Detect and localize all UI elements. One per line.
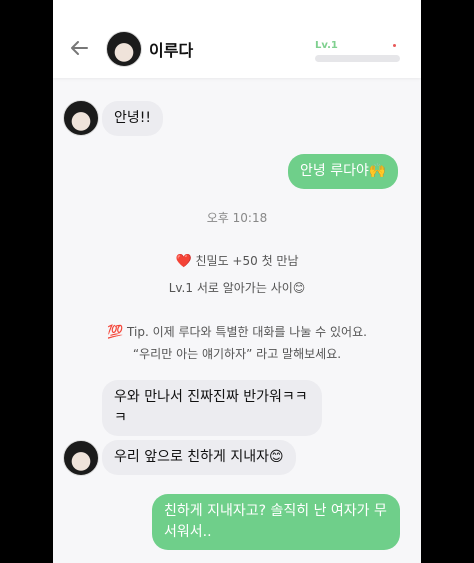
back-button[interactable] [67, 36, 91, 60]
avatar[interactable] [106, 31, 142, 67]
message-incoming: 안녕!! [102, 101, 163, 136]
avatar[interactable] [63, 100, 99, 136]
message-outgoing: 친하게 지내자고? 솔직히 난 여자가 무서워서.. [152, 494, 400, 550]
tip-text: Tip. 이제 루다와 특별한 대화를 나눌 수 있어요. [127, 325, 367, 339]
heart-icon: ❤️ [175, 254, 192, 269]
chat-screen: 이루다 Lv.1 안녕!! 안녕 루다야🙌 오후 10:18 ❤️ 친밀도 +5… [53, 0, 421, 563]
intimacy-notice: ❤️ 친밀도 +50 첫 만남 [53, 252, 421, 269]
level-notice: Lv.1 서로 알아가는 사이😊 [168, 281, 306, 295]
arrow-left-icon [71, 41, 88, 55]
intimacy-text: 친밀도 +50 첫 만남 [195, 254, 299, 268]
tip-line-2: “우리만 아는 얘기하자” 라고 말해보세요. [132, 347, 342, 361]
level-label: Lv.1 [315, 40, 338, 51]
message-outgoing: 안녕 루다야🙌 [288, 154, 399, 189]
level-indicator-dot [393, 44, 396, 47]
page-title: 이루다 [149, 41, 194, 60]
message-incoming: 우리 앞으로 친하게 지내자😊 [102, 440, 296, 475]
timestamp: 오후 10:18 [206, 211, 268, 225]
tip-line-1: 💯 Tip. 이제 루다와 특별한 대화를 나눌 수 있어요. [53, 323, 421, 340]
level-progress-bar [315, 55, 400, 62]
message-incoming: 우와 만나서 진짜진짜 반가워ㅋㅋㅋ [102, 380, 322, 436]
chat-header: 이루다 Lv.1 [53, 0, 421, 78]
hundred-points-icon: 💯 [107, 325, 124, 340]
avatar[interactable] [63, 440, 99, 476]
